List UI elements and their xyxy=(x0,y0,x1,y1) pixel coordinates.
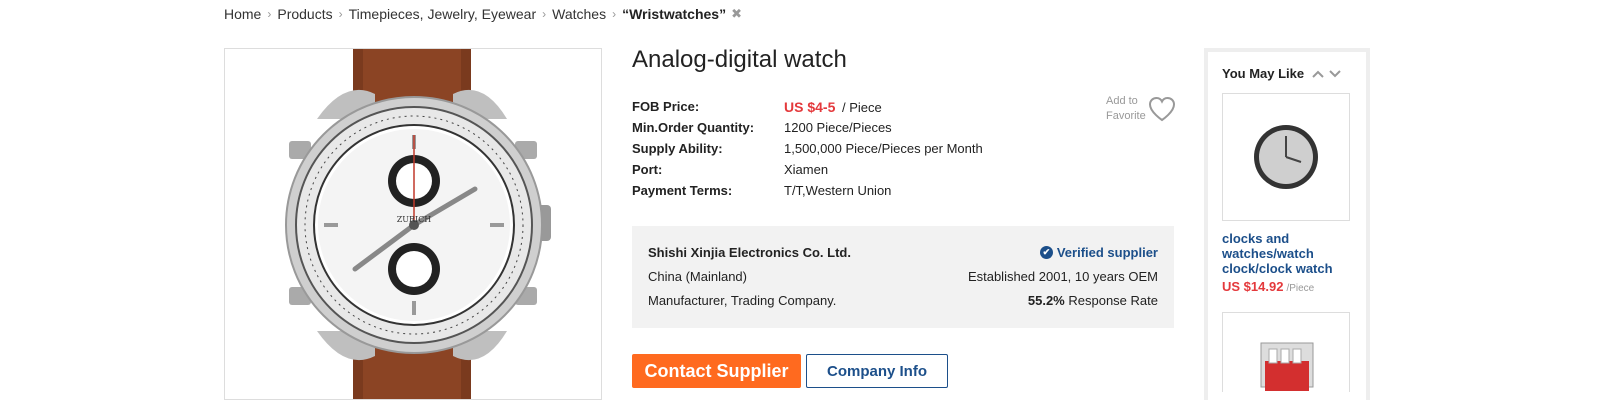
favorite-label: Add to Favorite xyxy=(1106,95,1146,122)
fob-value: US $4-5 / Piece xyxy=(784,99,882,115)
verified-label: Verified supplier xyxy=(1056,244,1158,260)
product-attributes: FOB Price: US $4-5 / Piece Min.Order Qua… xyxy=(632,96,983,201)
you-may-like-title: You May Like xyxy=(1222,66,1305,81)
payment-value: T/T,Western Union xyxy=(784,183,892,198)
heart-icon xyxy=(1148,96,1176,122)
you-may-like-thumbnail[interactable] xyxy=(1222,93,1350,221)
breadcrumb-chevron-icon: › xyxy=(542,7,547,21)
verified-check-icon: ✔ xyxy=(1039,245,1053,259)
product-box-image xyxy=(1260,342,1314,391)
attr-row-moq: Min.Order Quantity: 1200 Piece/Pieces xyxy=(632,117,983,138)
fob-price: US $4-5 xyxy=(784,98,836,115)
supply-value: 1,500,000 Piece/Pieces per Month xyxy=(784,141,983,156)
company-info-button[interactable]: Company Info xyxy=(806,354,948,388)
you-may-like-unit: /Piece xyxy=(1286,283,1315,294)
wall-clock-image xyxy=(1254,125,1318,189)
supplier-type: Manufacturer, Trading Company. xyxy=(648,292,837,308)
you-may-like-thumbnail-2[interactable] xyxy=(1222,312,1350,392)
supplier-row-3: Manufacturer, Trading Company. 55.2% Res… xyxy=(648,288,1158,312)
supplier-name[interactable]: Shishi Xinjia Electronics Co. Ltd. xyxy=(648,245,851,260)
close-icon[interactable]: ✖ xyxy=(731,6,742,22)
supplier-established: Established 2001, 10 years OEM xyxy=(967,268,1158,284)
breadcrumb: Home › Products › Timepieces, Jewelry, E… xyxy=(224,4,742,24)
moq-value: 1200 Piece/Pieces xyxy=(784,120,892,135)
you-may-like-header: You May Like xyxy=(1222,66,1352,81)
supplier-location: China (Mainland) xyxy=(648,268,747,284)
you-may-like-price-row: US $14.92 /Piece xyxy=(1222,279,1352,294)
response-rate-label: Response Rate xyxy=(1068,292,1158,308)
supplier-row-2: China (Mainland) Established 2001, 10 ye… xyxy=(648,264,1158,288)
chevron-down-icon[interactable] xyxy=(1329,69,1341,79)
product-title: Analog-digital watch xyxy=(632,46,847,73)
breadcrumb-current: “Wristwatches” xyxy=(622,6,727,22)
breadcrumb-category[interactable]: Timepieces, Jewelry, Eyewear xyxy=(349,6,537,22)
breadcrumb-products[interactable]: Products xyxy=(277,6,332,22)
product-image[interactable]: ZURICH xyxy=(224,48,602,400)
attr-row-port: Port: Xiamen xyxy=(632,159,983,180)
response-rate-value: 55.2% xyxy=(1027,292,1065,308)
moq-label: Min.Order Quantity: xyxy=(632,120,755,135)
attr-row-payment: Payment Terms: T/T,Western Union xyxy=(632,180,983,201)
fob-unit: / Piece xyxy=(841,99,882,115)
response-rate: 55.2% Response Rate xyxy=(1028,293,1158,308)
attr-row-supply: Supply Ability: 1,500,000 Piece/Pieces p… xyxy=(632,138,983,159)
you-may-like-item-title[interactable]: clocks and watches/watch clock/clock wat… xyxy=(1222,231,1352,276)
breadcrumb-chevron-icon: › xyxy=(267,7,272,21)
chevron-up-icon[interactable] xyxy=(1312,69,1324,79)
breadcrumb-home[interactable]: Home xyxy=(224,6,261,22)
svg-text:ZURICH: ZURICH xyxy=(397,215,432,224)
fob-label: FOB Price: xyxy=(632,99,700,114)
contact-supplier-button[interactable]: Contact Supplier xyxy=(632,354,801,388)
attr-row-fob: FOB Price: US $4-5 / Piece xyxy=(632,96,983,117)
you-may-like-price: US $14.92 xyxy=(1222,279,1284,294)
supplier-row-1: Shishi Xinjia Electronics Co. Ltd. ✔ Ver… xyxy=(648,240,1158,264)
breadcrumb-chevron-icon: › xyxy=(338,7,343,21)
verified-supplier-badge[interactable]: ✔ Verified supplier xyxy=(1039,244,1158,260)
breadcrumb-watches[interactable]: Watches xyxy=(552,6,606,22)
you-may-like-panel: You May Like clocks and watches/watch cl… xyxy=(1204,48,1370,400)
add-to-favorite-button[interactable]: Add to Favorite xyxy=(1106,94,1176,124)
watch-image: ZURICH xyxy=(285,49,551,399)
breadcrumb-chevron-icon: › xyxy=(612,7,617,21)
supplier-box: Shishi Xinjia Electronics Co. Ltd. ✔ Ver… xyxy=(632,226,1174,328)
port-label: Port: xyxy=(632,162,663,177)
you-may-like-arrows xyxy=(1312,69,1341,79)
supply-label: Supply Ability: xyxy=(632,141,723,156)
port-value: Xiamen xyxy=(784,162,829,177)
payment-label: Payment Terms: xyxy=(632,183,733,198)
